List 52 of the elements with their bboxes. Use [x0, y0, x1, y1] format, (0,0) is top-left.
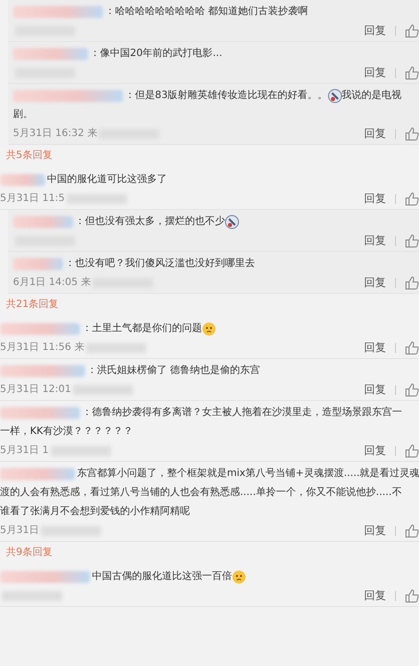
comment-text: 渡的人会有熟悉感，看过第八号当铺的人也会有熟悉感.....单拎一个，你又不能说他抄.....不: [0, 486, 402, 500]
comment-text: ：但是83版射雕英雄传妆造比现在的好看。。: [125, 88, 328, 103]
comment-text: 中国古偶的服化道比这强一百倍: [92, 570, 232, 584]
reply-link[interactable]: 回复: [364, 63, 386, 82]
blurred-username: [0, 174, 45, 186]
comment-text: ：也没有吧？我们傻风泛滥也没好到哪里去: [65, 256, 255, 271]
like-icon[interactable]: [405, 24, 419, 38]
like-icon[interactable]: [405, 340, 419, 354]
like-icon[interactable]: [405, 382, 419, 396]
comment-text: 谁看了张满月不会想到爱钱的小作精阿精呢: [0, 504, 190, 519]
reply-link[interactable]: 回复: [364, 338, 386, 357]
reply-link[interactable]: 回复: [364, 380, 386, 399]
comment-text: ：德鲁纳抄袭得有多离谱？女主被人拖着在沙漠里走，造型场景跟东宫一: [82, 406, 402, 420]
emoji-icon: [202, 322, 216, 336]
comment-text: 一样，KK有沙漠？？？？？？: [0, 424, 134, 439]
like-icon[interactable]: [405, 234, 419, 248]
like-icon[interactable]: [405, 126, 419, 140]
sticker-icon: [328, 88, 342, 102]
like-icon[interactable]: [405, 192, 419, 206]
emoji-icon: [232, 570, 246, 584]
comment-text: 剧。: [13, 108, 33, 122]
reply-link[interactable]: 回复: [364, 441, 386, 460]
reply-link[interactable]: 回复: [364, 586, 386, 605]
comment-text: 中国的服化道可比这强多了: [47, 172, 167, 187]
comment-date: 5月31日 16:32 来: [13, 126, 98, 141]
comment-date: 6月1日 14:05 来: [13, 276, 91, 290]
reply-link[interactable]: 回复: [364, 521, 386, 540]
comment-text: 东宫都算小问题了，整个框架就是mix第八号当铺+灵魂摆渡.....就是看过灵魂: [77, 466, 419, 481]
comment-text: 我说的是电视: [342, 88, 402, 103]
comment-date: 5月31日 12:01: [0, 383, 72, 397]
comment-date: 5月31日 11:56 来: [0, 340, 84, 355]
comment-text: ：像中国20年前的武打电影...: [90, 46, 222, 61]
like-icon[interactable]: [405, 276, 419, 290]
comment-text: ：但也没有强太多，摆烂的也不少: [75, 214, 225, 229]
comment-text: ：哈哈哈哈哈哈哈哈哈 都知道她们古装抄袭啊: [105, 4, 308, 19]
like-icon[interactable]: [405, 66, 419, 80]
reply-link[interactable]: 回复: [364, 21, 386, 40]
comment-date: 5月31日 11:5: [0, 192, 65, 206]
reply-link[interactable]: 回复: [364, 231, 386, 250]
reply-link[interactable]: 回复: [364, 273, 386, 292]
blurred-username: [13, 216, 73, 228]
like-icon[interactable]: [405, 444, 419, 458]
like-icon[interactable]: [405, 588, 419, 602]
reply-link[interactable]: 回复: [364, 124, 386, 143]
reply-link[interactable]: 回复: [364, 189, 386, 208]
comment-text: ：洪氏姐妹楞偷了 德鲁纳也是偷的东宫: [87, 364, 260, 378]
comment-text: ：土里土气都是你们的问题: [82, 322, 202, 336]
blurred-username: [13, 258, 63, 270]
sticker-icon: [225, 214, 239, 228]
comment-date: 5月31日: [0, 524, 40, 538]
like-icon[interactable]: [405, 524, 419, 538]
comment-date: 5月31日 1: [0, 444, 49, 458]
